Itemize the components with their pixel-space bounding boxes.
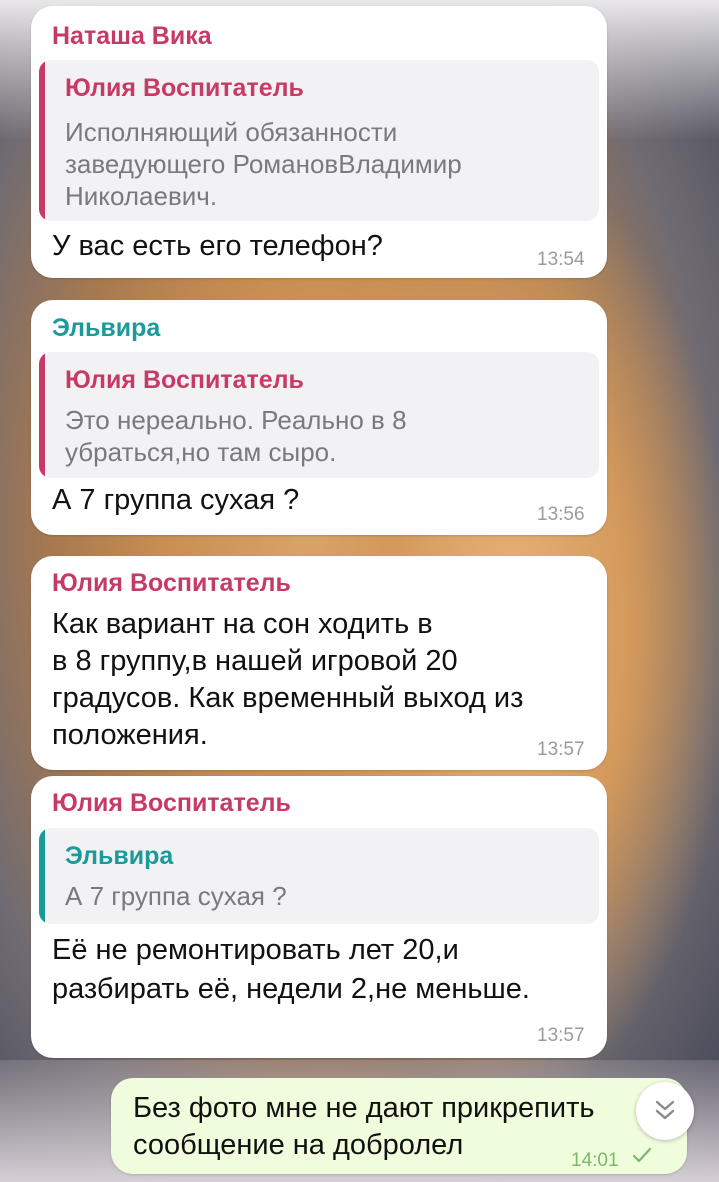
message-text-line: Как вариант на сон ходить в: [52, 608, 433, 640]
message-text-line: разбирать её, недели 2,не меньше.: [52, 973, 530, 1005]
sender-name[interactable]: Эльвира: [52, 314, 160, 343]
message-text-line: в 8 группу,в нашей игровой 20: [52, 645, 458, 677]
message-text-line: положения.: [52, 719, 208, 751]
message-text: У вас есть его телефон?: [52, 230, 383, 262]
reply-quote[interactable]: Юлия Воспитатель Исполняющий обязанности…: [39, 60, 599, 221]
reply-text-line: убраться,но там сыро.: [65, 437, 337, 467]
reply-text-line: Исполняющий обязанности: [65, 117, 398, 147]
chevron-double-down-icon: [653, 1097, 677, 1130]
reply-author: Юлия Воспитатель: [65, 366, 304, 394]
message-time: 14:01: [571, 1150, 619, 1171]
message-text: А 7 группа сухая ?: [52, 484, 300, 516]
reply-accent-bar: [39, 60, 45, 221]
message-bubble[interactable]: Юлия Воспитатель Как вариант на сон ходи…: [31, 556, 607, 770]
message-time: 13:57: [537, 739, 585, 760]
reply-quote[interactable]: Эльвира А 7 группа сухая ?: [39, 828, 599, 924]
message-time: 13:54: [537, 249, 585, 270]
message-text-line: градусов. Как временный выход из: [52, 682, 524, 714]
reply-author: Юлия Воспитатель: [65, 74, 304, 102]
reply-text-line: заведующего РомановВладимир: [65, 149, 462, 179]
message-bubble[interactable]: Эльвира Юлия Воспитатель Это нереально. …: [31, 300, 607, 535]
sender-name[interactable]: Юлия Воспитатель: [52, 789, 291, 818]
outgoing-message-bubble[interactable]: Без фото мне не дают прикрепить сообщени…: [111, 1078, 687, 1174]
message-time: 13:57: [537, 1025, 585, 1046]
reply-accent-bar: [39, 828, 45, 924]
message-text-line: сообщение на добролел: [133, 1129, 464, 1161]
scroll-down-button[interactable]: [636, 1082, 694, 1140]
check-icon: [631, 1144, 653, 1171]
reply-author: Эльвира: [65, 842, 174, 870]
reply-accent-bar: [39, 352, 45, 478]
message-time: 13:56: [537, 504, 585, 525]
message-bubble[interactable]: Наташа Вика Юлия Воспитатель Исполняющий…: [31, 6, 607, 278]
sender-name[interactable]: Наташа Вика: [52, 22, 212, 51]
reply-text-line: Николаевич.: [65, 181, 218, 211]
sender-name[interactable]: Юлия Воспитатель: [52, 569, 291, 598]
message-text-line: Её не ремонтировать лет 20,и: [52, 934, 459, 966]
reply-text-line: А 7 группа сухая ?: [65, 881, 287, 911]
reply-text-line: Это нереально. Реально в 8: [65, 405, 407, 435]
message-text-line: Без фото мне не дают прикрепить: [133, 1092, 595, 1124]
message-bubble[interactable]: Юлия Воспитатель Эльвира А 7 группа суха…: [31, 776, 607, 1058]
reply-quote[interactable]: Юлия Воспитатель Это нереально. Реально …: [39, 352, 599, 478]
